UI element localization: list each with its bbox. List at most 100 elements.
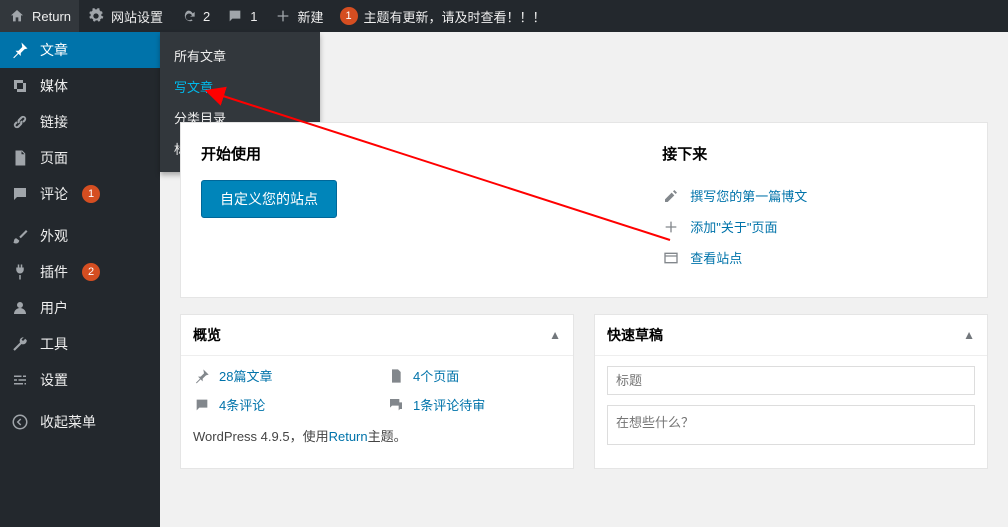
toolbar-notice[interactable]: 1 主题有更新，请及时查看！！！ xyxy=(332,0,554,32)
quick-draft-header: 快速草稿 ▲ xyxy=(595,315,987,356)
next-write-post[interactable]: 撰写您的第一篇博文 xyxy=(662,180,967,211)
overview-header: 概览 ▲ xyxy=(181,315,573,356)
sidebar-item-comments[interactable]: 评论 1 xyxy=(0,176,160,212)
draft-content-input[interactable] xyxy=(607,405,975,445)
sidebar-label: 媒体 xyxy=(40,76,68,96)
next-item-label: 撰写您的第一篇博文 xyxy=(690,186,807,205)
sidebar-label: 页面 xyxy=(40,148,68,168)
comment-icon xyxy=(226,7,244,25)
theme-link[interactable]: Return xyxy=(329,429,368,444)
admin-sidebar: 文章 媒体 链接 页面 评论 1 外观 插件 2 用户 工具 设置 收起 xyxy=(0,32,160,527)
overview-heading: 概览 xyxy=(193,325,221,345)
sidebar-label: 插件 xyxy=(40,262,68,282)
page-icon xyxy=(10,148,30,168)
wrench-icon xyxy=(10,334,30,354)
toolbar-new[interactable]: 新建 xyxy=(266,0,332,32)
home-icon xyxy=(8,7,26,25)
stat-label: 4条评论 xyxy=(219,395,265,414)
next-heading: 接下来 xyxy=(662,143,967,164)
stat-comments[interactable]: 4条评论 xyxy=(193,395,367,414)
welcome-panel: 开始使用 自定义您的站点 接下来 撰写您的第一篇博文 添加"关于"页面 查看站点 xyxy=(180,122,988,298)
plus-icon xyxy=(662,218,680,236)
site-name: Return xyxy=(32,9,71,24)
sliders-icon xyxy=(10,370,30,390)
stat-posts[interactable]: 28篇文章 xyxy=(193,366,367,385)
quick-draft-heading: 快速草稿 xyxy=(607,325,663,345)
toolbar-comments[interactable]: 1 xyxy=(218,0,265,32)
brush-icon xyxy=(10,226,30,246)
version-prefix: WordPress 4.9.5，使用 xyxy=(193,429,329,444)
media-icon xyxy=(10,76,30,96)
edit-icon xyxy=(662,187,680,205)
stat-pages[interactable]: 4个页面 xyxy=(387,366,561,385)
quick-draft-box: 快速草稿 ▲ xyxy=(594,314,988,469)
refresh-icon xyxy=(179,7,197,25)
sidebar-label: 用户 xyxy=(40,298,68,318)
collapse-icon xyxy=(10,412,30,432)
plugins-badge: 2 xyxy=(82,263,100,281)
next-add-page[interactable]: 添加"关于"页面 xyxy=(662,211,967,242)
plus-icon xyxy=(274,7,292,25)
updates-count: 2 xyxy=(203,9,210,24)
sidebar-item-users[interactable]: 用户 xyxy=(0,290,160,326)
toolbar-updates[interactable]: 2 xyxy=(171,0,218,32)
link-icon xyxy=(10,112,30,132)
draft-title-input[interactable] xyxy=(607,366,975,395)
dashboard-boxes: 概览 ▲ 28篇文章 4个页面 4条评论 xyxy=(180,314,988,469)
sidebar-collapse[interactable]: 收起菜单 xyxy=(0,404,160,440)
next-item-label: 查看站点 xyxy=(690,248,742,267)
sidebar-label: 链接 xyxy=(40,112,68,132)
version-line: WordPress 4.9.5，使用Return主题。 xyxy=(193,426,561,445)
sidebar-label: 文章 xyxy=(40,40,68,60)
plugin-icon xyxy=(10,262,30,282)
sidebar-item-links[interactable]: 链接 xyxy=(0,104,160,140)
customize-site-button[interactable]: 自定义您的站点 xyxy=(201,180,337,218)
toolbar-home[interactable]: Return xyxy=(0,0,79,32)
sidebar-item-plugins[interactable]: 插件 2 xyxy=(0,254,160,290)
toolbar-site-settings[interactable]: 网站设置 xyxy=(79,0,171,32)
collapse-toggle[interactable]: ▲ xyxy=(549,328,561,342)
stat-label: 4个页面 xyxy=(413,366,459,385)
welcome-next-col: 接下来 撰写您的第一篇博文 添加"关于"页面 查看站点 xyxy=(662,143,967,273)
notice-badge: 1 xyxy=(340,7,358,25)
next-item-label: 添加"关于"页面 xyxy=(690,217,777,236)
sidebar-label: 外观 xyxy=(40,226,68,246)
window-icon xyxy=(662,249,680,267)
notice-text: 主题有更新，请及时查看！！！ xyxy=(364,7,546,26)
pin-icon xyxy=(10,40,30,60)
site-settings-label: 网站设置 xyxy=(111,7,163,26)
sidebar-label: 工具 xyxy=(40,334,68,354)
overview-box: 概览 ▲ 28篇文章 4个页面 4条评论 xyxy=(180,314,574,469)
sidebar-item-settings[interactable]: 设置 xyxy=(0,362,160,398)
welcome-start-col: 开始使用 自定义您的站点 xyxy=(201,143,622,273)
comments-icon xyxy=(387,396,405,414)
main-content: 开始使用 自定义您的站点 接下来 撰写您的第一篇博文 添加"关于"页面 查看站点… xyxy=(160,32,1008,527)
collapse-toggle[interactable]: ▲ xyxy=(963,328,975,342)
collapse-label: 收起菜单 xyxy=(40,412,96,432)
page-icon xyxy=(387,367,405,385)
new-label: 新建 xyxy=(298,7,324,26)
sidebar-label: 评论 xyxy=(40,184,68,204)
comments-count: 1 xyxy=(250,9,257,24)
pin-icon xyxy=(193,367,211,385)
sidebar-item-tools[interactable]: 工具 xyxy=(0,326,160,362)
sidebar-item-posts[interactable]: 文章 xyxy=(0,32,160,68)
stat-pending[interactable]: 1条评论待审 xyxy=(387,395,561,414)
stat-label: 28篇文章 xyxy=(219,366,272,385)
sidebar-item-media[interactable]: 媒体 xyxy=(0,68,160,104)
start-heading: 开始使用 xyxy=(201,143,622,164)
quick-draft-body xyxy=(595,356,987,468)
version-suffix: 主题。 xyxy=(368,429,407,444)
comments-badge: 1 xyxy=(82,185,100,203)
stat-label: 1条评论待审 xyxy=(413,395,485,414)
user-icon xyxy=(10,298,30,318)
gear-icon xyxy=(87,7,105,25)
comment-icon xyxy=(193,396,211,414)
overview-body: 28篇文章 4个页面 4条评论 1条评论待审 xyxy=(181,356,573,455)
sidebar-item-pages[interactable]: 页面 xyxy=(0,140,160,176)
admin-top-bar: Return 网站设置 2 1 新建 1 主题有更新，请及时查看！！！ xyxy=(0,0,1008,32)
comment-icon xyxy=(10,184,30,204)
sidebar-item-appearance[interactable]: 外观 xyxy=(0,218,160,254)
sidebar-label: 设置 xyxy=(40,370,68,390)
next-view-site[interactable]: 查看站点 xyxy=(662,242,967,273)
